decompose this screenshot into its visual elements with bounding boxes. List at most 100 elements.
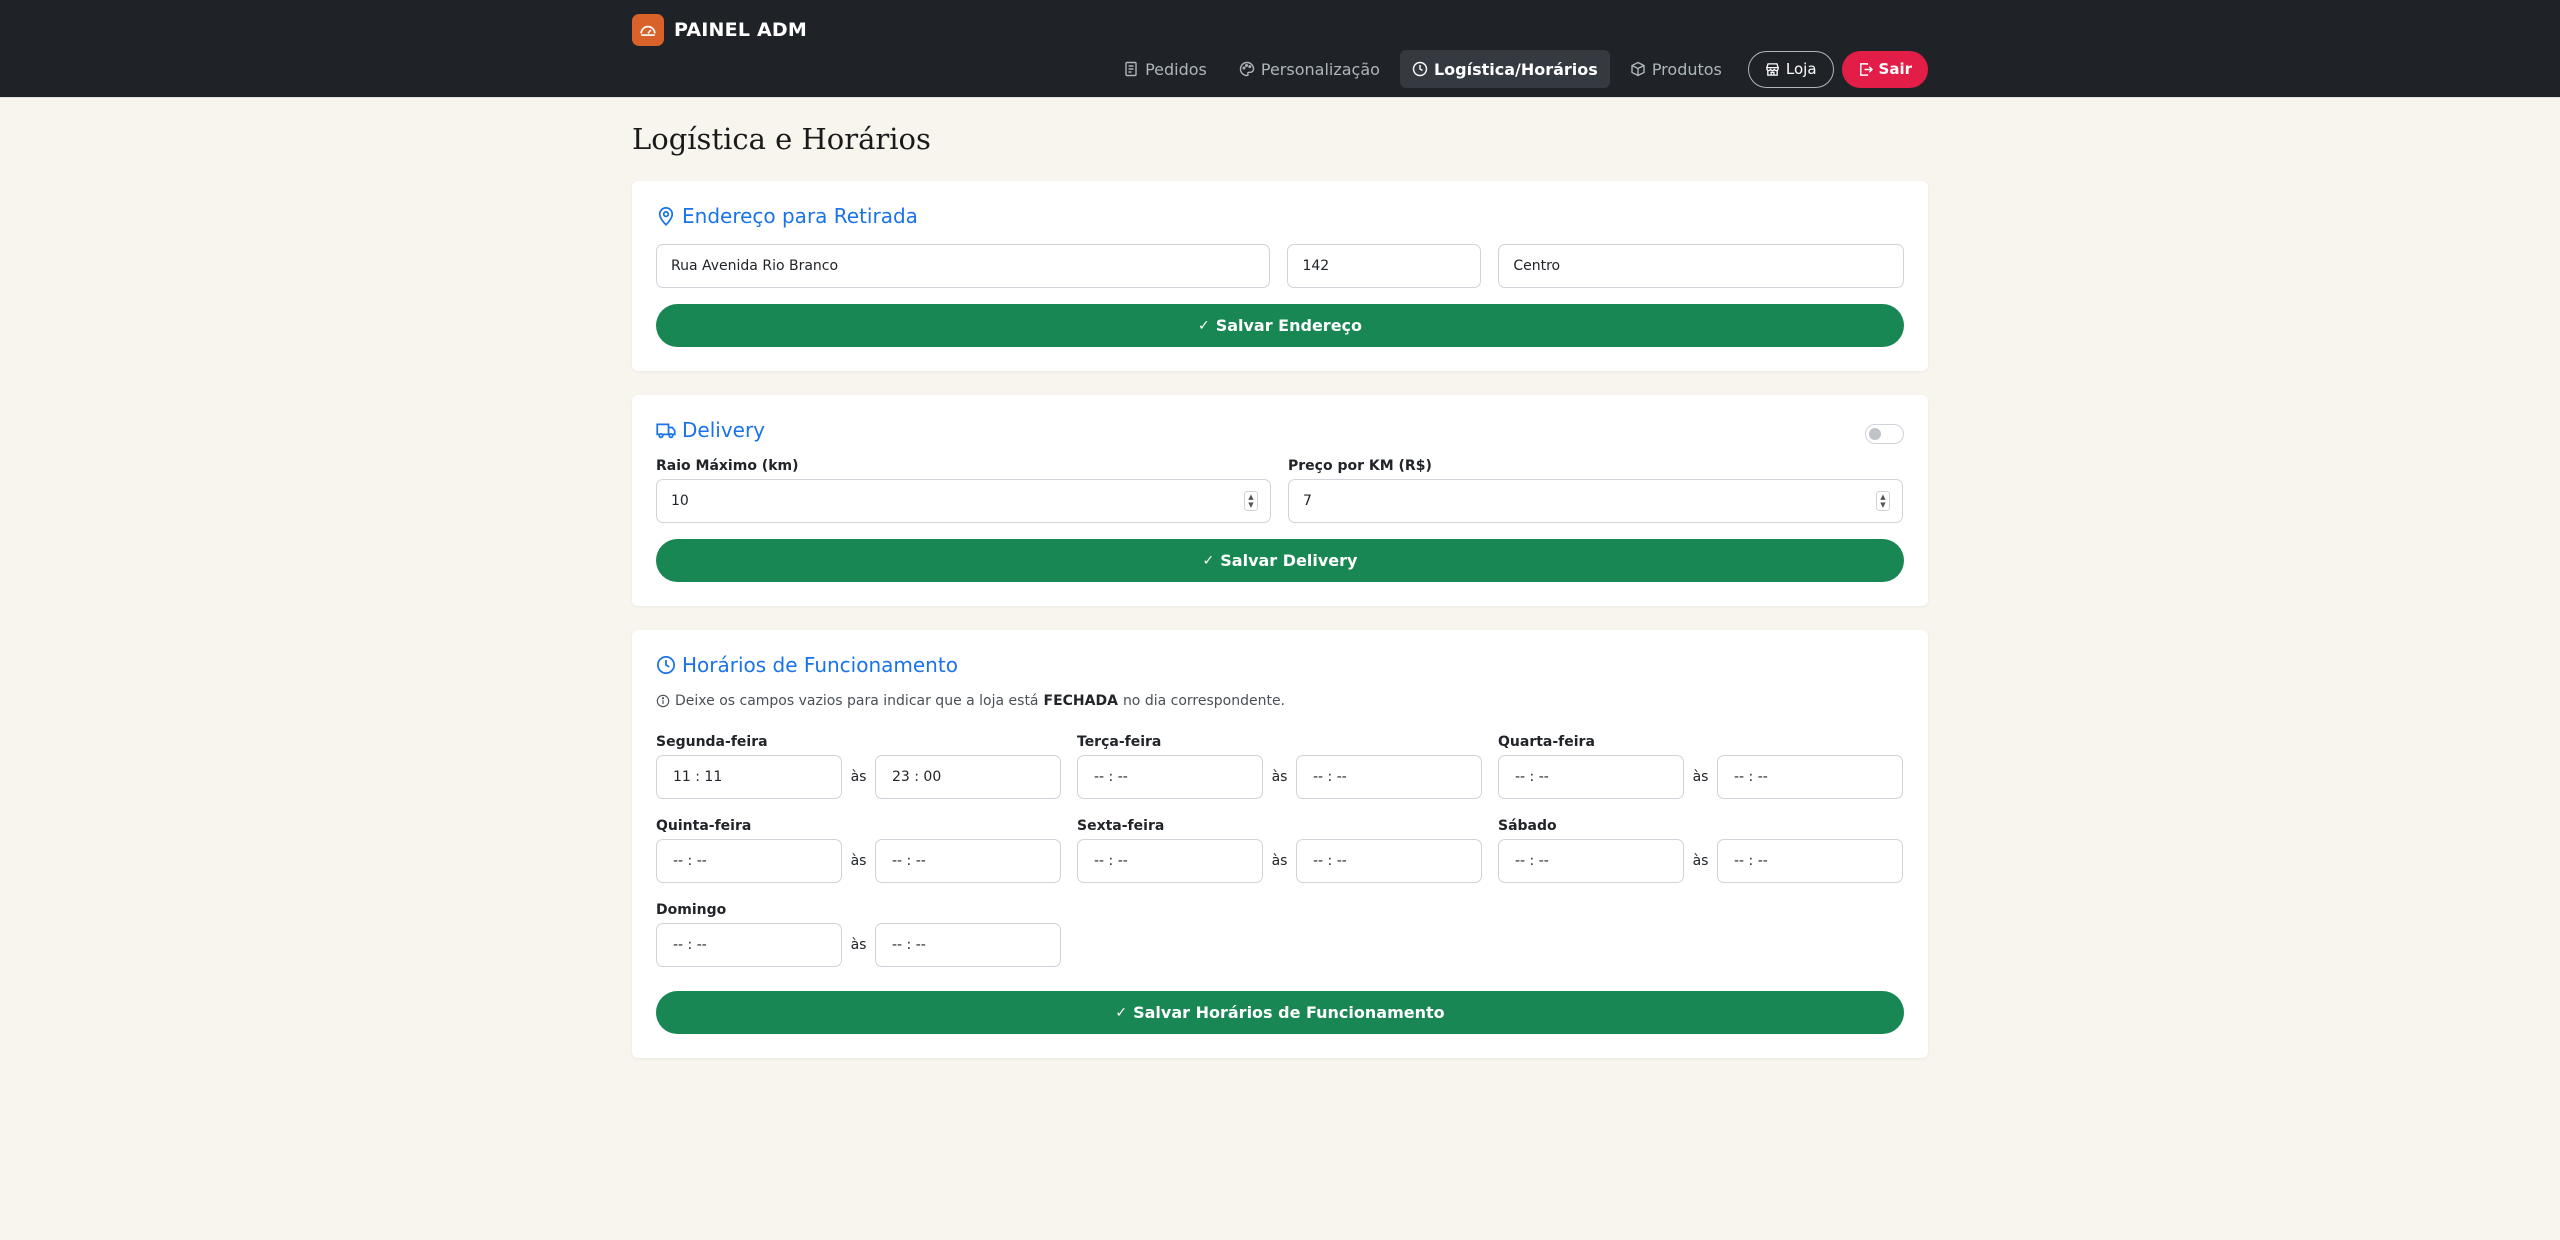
shop-icon bbox=[1766, 62, 1779, 76]
hours-hint: Deixe os campos vazios para indicar que … bbox=[656, 693, 1904, 709]
chevron-up-icon: ▲ bbox=[1248, 493, 1254, 501]
open-time-input[interactable]: -- : -- bbox=[656, 839, 842, 883]
close-time-input[interactable]: -- : -- bbox=[875, 839, 1061, 883]
truck-icon bbox=[656, 423, 676, 439]
close-time-input[interactable]: -- : -- bbox=[1296, 839, 1482, 883]
chevron-down-icon: ▼ bbox=[1880, 501, 1886, 509]
sair-label: Sair bbox=[1878, 60, 1912, 78]
radius-input[interactable]: 10 ▲ ▼ bbox=[656, 479, 1271, 523]
loja-button[interactable]: Loja bbox=[1747, 50, 1834, 88]
palette-icon bbox=[1239, 61, 1255, 77]
day-label: Segunda-feira bbox=[656, 734, 768, 750]
nav-item-produtos[interactable]: Produtos bbox=[1618, 50, 1734, 88]
card-title-text: Horários de Funcionamento bbox=[682, 653, 958, 677]
chevron-down-icon: ▼ bbox=[1248, 501, 1254, 509]
separator: às bbox=[850, 853, 867, 869]
sair-button[interactable]: Sair bbox=[1841, 50, 1928, 88]
separator: às bbox=[1692, 853, 1709, 869]
delivery-toggle[interactable] bbox=[1865, 424, 1904, 444]
button-label: Salvar Delivery bbox=[1220, 551, 1358, 570]
nav-links: Pedidos Personalização Logística/Horário… bbox=[1111, 50, 1928, 88]
nav-item-label: Pedidos bbox=[1145, 59, 1207, 79]
page-title: Logística e Horários bbox=[632, 122, 931, 156]
separator: às bbox=[1271, 853, 1288, 869]
brand-title: PAINEL ADM bbox=[674, 19, 807, 41]
day-label: Terça-feira bbox=[1077, 734, 1162, 750]
hint-text: Deixe os campos vazios para indicar que … bbox=[675, 693, 1039, 709]
nav-item-pedidos[interactable]: Pedidos bbox=[1111, 50, 1219, 88]
chevron-up-icon: ▲ bbox=[1880, 493, 1886, 501]
open-time-input[interactable]: -- : -- bbox=[1077, 839, 1263, 883]
address-card-title: Endereço para Retirada bbox=[656, 201, 1904, 231]
save-address-button[interactable]: ✓ Salvar Endereço bbox=[656, 304, 1904, 347]
map-pin-icon bbox=[658, 207, 674, 226]
nav-item-label: Logística/Horários bbox=[1433, 59, 1598, 79]
save-hours-button[interactable]: ✓ Salvar Horários de Funcionamento bbox=[656, 991, 1904, 1034]
delivery-card: Delivery Raio Máximo (km) 10 ▲ ▼ Preço po… bbox=[632, 395, 1928, 606]
button-label: Salvar Endereço bbox=[1215, 316, 1363, 335]
hint-text-after: no dia correspondente. bbox=[1122, 693, 1286, 709]
price-value: 7 bbox=[1303, 493, 1312, 509]
card-title-text: Delivery bbox=[682, 418, 766, 442]
day-quarta: Quarta-feira -- : -- às -- : -- bbox=[1498, 734, 1903, 799]
street-input[interactable]: Rua Avenida Rio Branco bbox=[656, 244, 1271, 288]
loja-label: Loja bbox=[1785, 60, 1817, 78]
day-label: Domingo bbox=[656, 902, 727, 918]
day-segunda: Segunda-feira 11 : 11 às 23 : 00 bbox=[656, 734, 1061, 799]
open-time-input[interactable]: -- : -- bbox=[1077, 755, 1263, 799]
open-time-input[interactable]: -- : -- bbox=[1498, 839, 1684, 883]
nav-item-label: Personalização bbox=[1260, 59, 1380, 79]
day-label: Quarta-feira bbox=[1498, 734, 1595, 750]
separator: às bbox=[1271, 769, 1288, 785]
close-time-input[interactable]: -- : -- bbox=[1296, 755, 1482, 799]
check-icon: ✓ bbox=[1202, 552, 1215, 569]
number-spinner[interactable]: ▲ ▼ bbox=[1876, 491, 1890, 511]
hint-bold: FECHADA bbox=[1043, 693, 1118, 709]
radius-label: Raio Máximo (km) bbox=[656, 458, 799, 474]
day-quinta: Quinta-feira -- : -- às -- : -- bbox=[656, 818, 1061, 883]
separator: às bbox=[1692, 769, 1709, 785]
clock-icon bbox=[1412, 61, 1428, 77]
day-label: Sexta-feira bbox=[1077, 818, 1165, 834]
close-time-input[interactable]: -- : -- bbox=[1717, 755, 1903, 799]
delivery-card-title: Delivery bbox=[656, 415, 1904, 445]
day-label: Sábado bbox=[1498, 818, 1557, 834]
top-navbar: PAINEL ADM Pedidos Personalização Logíst… bbox=[0, 0, 2560, 98]
district-input[interactable]: Centro bbox=[1498, 244, 1905, 288]
open-time-input[interactable]: -- : -- bbox=[1498, 755, 1684, 799]
hours-card: Horários de Funcionamento Deixe os campo… bbox=[632, 630, 1928, 1058]
days-grid: Segunda-feira 11 : 11 às 23 : 00 Terça-f… bbox=[656, 734, 1904, 967]
separator: às bbox=[850, 937, 867, 953]
number-input[interactable]: 142 bbox=[1287, 244, 1482, 288]
nav-item-personalizacao[interactable]: Personalização bbox=[1227, 50, 1392, 88]
logout-icon bbox=[1859, 62, 1873, 76]
close-time-input[interactable]: 23 : 00 bbox=[875, 755, 1061, 799]
day-sexta: Sexta-feira -- : -- às -- : -- bbox=[1077, 818, 1482, 883]
brand[interactable]: PAINEL ADM bbox=[632, 14, 807, 46]
save-delivery-button[interactable]: ✓ Salvar Delivery bbox=[656, 539, 1904, 582]
check-icon: ✓ bbox=[1115, 1004, 1128, 1021]
number-spinner[interactable]: ▲ ▼ bbox=[1244, 491, 1258, 511]
main-content: Logística e Horários Endereço para Retir… bbox=[632, 98, 1928, 1058]
info-icon bbox=[656, 694, 670, 708]
day-label: Quinta-feira bbox=[656, 818, 752, 834]
clock-icon bbox=[657, 656, 675, 674]
open-time-input[interactable]: 11 : 11 bbox=[656, 755, 842, 799]
receipt-icon bbox=[1125, 61, 1137, 77]
close-time-input[interactable]: -- : -- bbox=[1717, 839, 1903, 883]
check-icon: ✓ bbox=[1197, 317, 1210, 334]
radius-value: 10 bbox=[671, 493, 689, 509]
separator: às bbox=[850, 769, 867, 785]
hours-card-title: Horários de Funcionamento bbox=[656, 650, 1904, 680]
day-sabado: Sábado -- : -- às -- : -- bbox=[1498, 818, 1903, 883]
button-label: Salvar Horários de Funcionamento bbox=[1133, 1003, 1445, 1022]
open-time-input[interactable]: -- : -- bbox=[656, 923, 842, 967]
nav-item-logistica[interactable]: Logística/Horários bbox=[1399, 50, 1610, 88]
dashboard-icon bbox=[632, 14, 664, 46]
day-terca: Terça-feira -- : -- às -- : -- bbox=[1077, 734, 1482, 799]
day-domingo: Domingo -- : -- às -- : -- bbox=[656, 902, 1061, 967]
price-label: Preço por KM (R$) bbox=[1288, 458, 1432, 474]
close-time-input[interactable]: -- : -- bbox=[875, 923, 1061, 967]
price-input[interactable]: 7 ▲ ▼ bbox=[1288, 479, 1903, 523]
nav-item-label: Produtos bbox=[1651, 59, 1722, 79]
